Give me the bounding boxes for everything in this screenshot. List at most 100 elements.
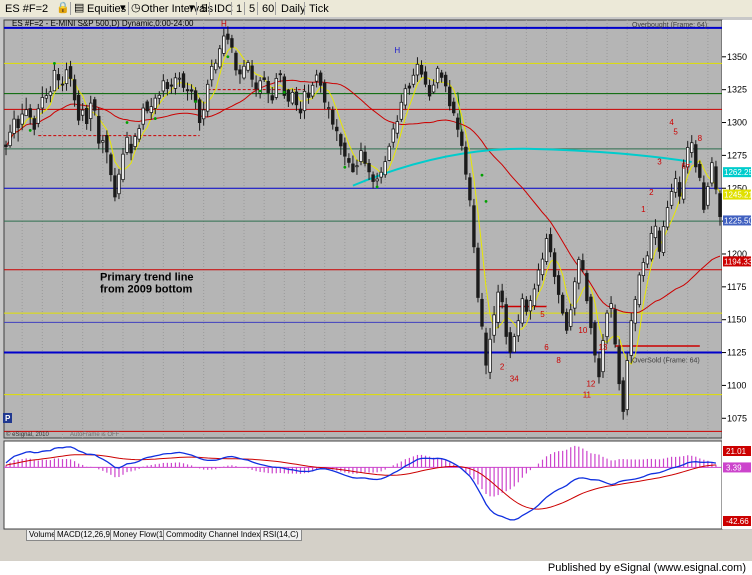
count-label: 6 <box>544 343 549 352</box>
macd-tag-label: 3.39 <box>726 463 742 472</box>
candle-body <box>677 182 682 197</box>
candle-body <box>597 358 601 378</box>
equities-icon[interactable]: ▤ <box>74 2 84 15</box>
candle-body <box>347 158 351 163</box>
candle-body <box>101 140 105 143</box>
candle-body <box>141 107 145 125</box>
candle-body <box>274 77 278 98</box>
candle-body <box>185 89 190 92</box>
price-chart[interactable]: 1075110011251150117512001225125012751300… <box>0 17 752 530</box>
candle-body <box>173 77 178 89</box>
candle-body <box>234 52 238 71</box>
candle-body <box>40 97 45 109</box>
candle-body <box>133 136 137 148</box>
chevron-down-icon: ▾ <box>120 2 126 14</box>
candle-body <box>327 107 331 109</box>
candle-body <box>278 73 282 76</box>
candle-body <box>322 82 327 103</box>
pivot-dot <box>153 117 157 120</box>
count-label: 34 <box>510 374 519 383</box>
count-label: 13 <box>599 343 608 352</box>
symbol-field[interactable]: ES #F=2 <box>2 2 51 17</box>
count-label: 8 <box>556 356 561 365</box>
candle-body <box>492 314 496 336</box>
candle-body <box>387 145 391 161</box>
candle-body <box>242 65 246 79</box>
candle-body <box>581 260 585 270</box>
y-tick-label: 1325 <box>727 85 747 95</box>
interval-button-tick[interactable]: Tick <box>306 2 332 17</box>
candle-body <box>504 304 508 337</box>
candle-body <box>629 320 633 356</box>
candle-body <box>20 113 24 125</box>
candle-body <box>206 83 210 112</box>
candle-body <box>177 77 182 80</box>
candle-body <box>246 62 250 71</box>
candle-body <box>28 108 32 118</box>
candle-body <box>500 290 504 303</box>
candle-body <box>589 296 593 329</box>
pivot-dot <box>28 129 32 132</box>
y-tick-label: 1125 <box>727 348 746 358</box>
candle-body <box>573 281 577 309</box>
candle-body <box>585 272 589 302</box>
candle-body <box>411 74 416 85</box>
candle-body <box>496 291 500 323</box>
candle-body <box>226 33 230 40</box>
y-tick-label: 1075 <box>727 413 747 423</box>
price-tag-label: 1225.50 <box>724 216 752 225</box>
candle-body <box>544 238 549 262</box>
tab-rsi[interactable]: RSI(14,C) <box>260 530 302 541</box>
y-tick-label: 1275 <box>727 150 747 160</box>
candle-body <box>24 109 28 117</box>
candle-body <box>318 72 323 86</box>
candle-body <box>314 74 319 82</box>
copyright-label: © eSignal, 2010 <box>6 431 49 438</box>
candle-body <box>331 109 335 125</box>
candle-body <box>339 134 343 147</box>
candle-body <box>415 63 420 76</box>
count-label: H <box>394 46 400 55</box>
candle-body <box>290 91 295 104</box>
price-panel <box>3 19 723 439</box>
candle-body <box>637 274 641 306</box>
candle-body <box>351 163 355 173</box>
candle-body <box>250 65 254 80</box>
pivot-dot <box>480 173 484 177</box>
candle-body <box>435 67 440 84</box>
candle-body <box>621 380 625 412</box>
candle-body <box>577 259 581 284</box>
candle-body <box>189 89 194 92</box>
count-label: 5 <box>540 310 545 319</box>
pivot-dot <box>194 100 198 103</box>
candle-body <box>355 165 359 168</box>
candle-body <box>44 95 49 99</box>
count-label: 10 <box>578 326 587 335</box>
candle-body <box>76 94 81 121</box>
candle-body <box>214 62 218 71</box>
chart-title: ES #F=2 - E-MINI S&P 500,D) Dynamic,0:00… <box>12 19 194 28</box>
candle-body <box>286 89 291 102</box>
candle-body <box>64 69 69 85</box>
candle-body <box>520 298 525 324</box>
candle-body <box>702 182 706 210</box>
candle-body <box>85 107 89 124</box>
count-label: 4 <box>669 118 674 127</box>
candle-body <box>298 108 303 114</box>
candle-body <box>48 91 53 96</box>
lock-icon[interactable]: 🔒 <box>56 2 70 15</box>
candle-body <box>609 303 613 309</box>
candle-body <box>431 84 436 93</box>
candle-body <box>121 153 125 180</box>
candle-body <box>653 225 658 239</box>
candle-body <box>238 69 242 75</box>
candle-body <box>367 163 371 173</box>
candle-body <box>669 191 674 206</box>
candle-body <box>113 175 117 198</box>
count-label: 2 <box>500 363 505 372</box>
candle-body <box>698 163 702 178</box>
candle-body <box>540 258 545 276</box>
candle-body <box>181 73 186 88</box>
candle-body <box>16 118 20 129</box>
count-label: H <box>221 20 227 29</box>
